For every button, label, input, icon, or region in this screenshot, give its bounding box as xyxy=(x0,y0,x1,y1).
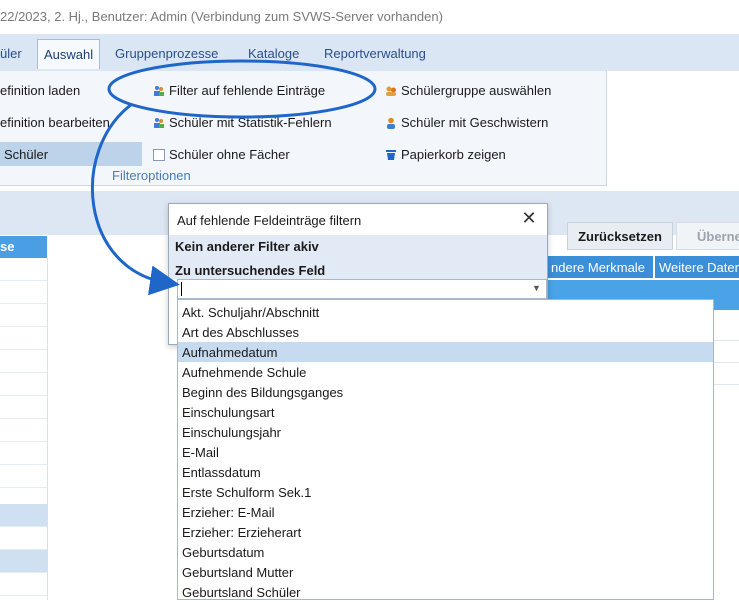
definition-laden-label: efinition laden xyxy=(0,83,81,98)
list-item[interactable] xyxy=(0,258,47,281)
list-item[interactable] xyxy=(0,465,47,488)
window-title: 22/2023, 2. Hj., Benutzer: Admin (Verbin… xyxy=(0,9,443,24)
dropdown-option[interactable]: Geburtsland Mutter xyxy=(178,562,713,582)
person-icon xyxy=(385,117,397,129)
schueler-label: Schüler xyxy=(4,147,49,162)
papierkorb-button[interactable]: Papierkorb zeigen xyxy=(385,147,506,162)
list-item[interactable] xyxy=(0,442,47,465)
dialog-field-label: Zu untersuchendes Feld xyxy=(175,263,326,278)
apply-button[interactable]: Überne xyxy=(676,222,739,250)
dropdown-option[interactable]: Geburtsdatum xyxy=(178,542,713,562)
schueler-button[interactable]: Schüler xyxy=(4,147,48,162)
dropdown-option[interactable]: Aufnahmedatum xyxy=(178,342,713,362)
filter-fehlende-eintraege-button[interactable]: Filter auf fehlende Einträge xyxy=(153,83,325,98)
dropdown-option[interactable]: Art des Abschlusses xyxy=(178,322,713,342)
sidebar-header-label: se xyxy=(0,239,15,254)
list-item[interactable] xyxy=(0,373,47,396)
menu-bar: üler Auswahl Gruppenprozesse Kataloge Re… xyxy=(0,34,739,71)
dropdown-option[interactable]: E-Mail xyxy=(178,442,713,462)
tab-gruppenprozesse[interactable]: Gruppenprozesse xyxy=(115,46,218,61)
ribbon-group-label: Filteroptionen xyxy=(112,168,191,183)
dropdown-option[interactable]: Einschulungsjahr xyxy=(178,422,713,442)
tab-weitere-daten[interactable]: Weitere Daten xyxy=(655,256,739,278)
definition-bearbeiten-button[interactable]: efinition bearbeiten xyxy=(0,115,110,130)
statistik-fehler-label: Schüler mit Statistik-Fehlern xyxy=(169,115,332,130)
filter-fehlende-eintraege-label: Filter auf fehlende Einträge xyxy=(169,83,326,98)
tab-auswahl[interactable]: Auswahl xyxy=(37,39,101,69)
tab-reportverwaltung[interactable]: Reportverwaltung xyxy=(324,46,426,61)
list-item[interactable] xyxy=(0,327,47,350)
dropdown-option[interactable]: Geburtsland Schüler xyxy=(178,582,713,602)
schuelergruppe-label: Schülergruppe auswählen xyxy=(401,83,552,98)
list-item[interactable] xyxy=(0,281,47,304)
close-icon[interactable]: ✕ xyxy=(518,207,540,229)
chevron-down-icon[interactable]: ▼ xyxy=(532,283,541,293)
filter-people-icon xyxy=(153,117,165,129)
dropdown-option[interactable]: Aufnehmende Schule xyxy=(178,362,713,382)
grid-row-line xyxy=(714,362,739,363)
geschwister-label: Schüler mit Geschwistern xyxy=(401,115,549,130)
grid-row-line xyxy=(714,340,739,341)
definition-bearbeiten-label: efinition bearbeiten xyxy=(0,115,110,130)
list-item[interactable] xyxy=(0,396,47,419)
grid-row-line xyxy=(714,384,739,385)
field-select[interactable] xyxy=(177,279,547,299)
text-caret xyxy=(181,282,182,296)
ohne-faecher-label: Schüler ohne Fächer xyxy=(169,147,290,162)
filter-people-icon xyxy=(153,85,165,97)
dialog-title: Auf fehlende Feldeinträge filtern xyxy=(177,213,362,228)
dropdown-option[interactable]: Einschulungsart xyxy=(178,402,713,422)
dropdown-option[interactable]: Erzieher: E-Mail xyxy=(178,502,713,522)
dropdown-option[interactable]: Akt. Schuljahr/Abschnitt xyxy=(178,302,713,322)
list-item-selected[interactable] xyxy=(0,504,47,527)
group-icon xyxy=(385,85,397,97)
list-item[interactable] xyxy=(0,573,47,596)
dropdown-option[interactable]: Erzieher: Erzieherart xyxy=(178,522,713,542)
tab-kataloge[interactable]: Kataloge xyxy=(248,46,299,61)
list-item[interactable] xyxy=(0,304,47,327)
papierkorb-label: Papierkorb zeigen xyxy=(401,147,506,162)
tab-schueler[interactable]: üler xyxy=(0,46,22,61)
list-item[interactable] xyxy=(0,419,47,442)
geschwister-button[interactable]: Schüler mit Geschwistern xyxy=(385,115,548,130)
title-bar: 22/2023, 2. Hj., Benutzer: Admin (Verbin… xyxy=(0,0,739,34)
reset-button[interactable]: Zurücksetzen xyxy=(567,222,673,250)
statistik-fehler-button[interactable]: Schüler mit Statistik-Fehlern xyxy=(153,115,332,130)
list-item[interactable] xyxy=(0,350,47,373)
sidebar-column-header[interactable]: se xyxy=(0,236,47,258)
ohne-faecher-button[interactable]: Schüler ohne Fächer xyxy=(153,147,290,162)
dropdown-option[interactable]: Beginn des Bildungsganges xyxy=(178,382,713,402)
sidebar-list xyxy=(0,258,48,600)
dropdown-option[interactable]: Erste Schulform Sek.1 xyxy=(178,482,713,502)
checkbox-icon xyxy=(153,148,165,161)
dialog-status-text: Kein anderer Filter akiv xyxy=(175,239,319,254)
list-item[interactable] xyxy=(0,527,47,550)
dropdown-option[interactable]: Entlassdatum xyxy=(178,462,713,482)
trash-icon xyxy=(385,149,397,161)
list-item-selected[interactable] xyxy=(0,550,47,573)
tab-andere-merkmale[interactable]: ndere Merkmale xyxy=(547,256,653,278)
schuelergruppe-button[interactable]: Schülergruppe auswählen xyxy=(385,83,551,98)
definition-laden-button[interactable]: efinition laden xyxy=(0,83,80,98)
